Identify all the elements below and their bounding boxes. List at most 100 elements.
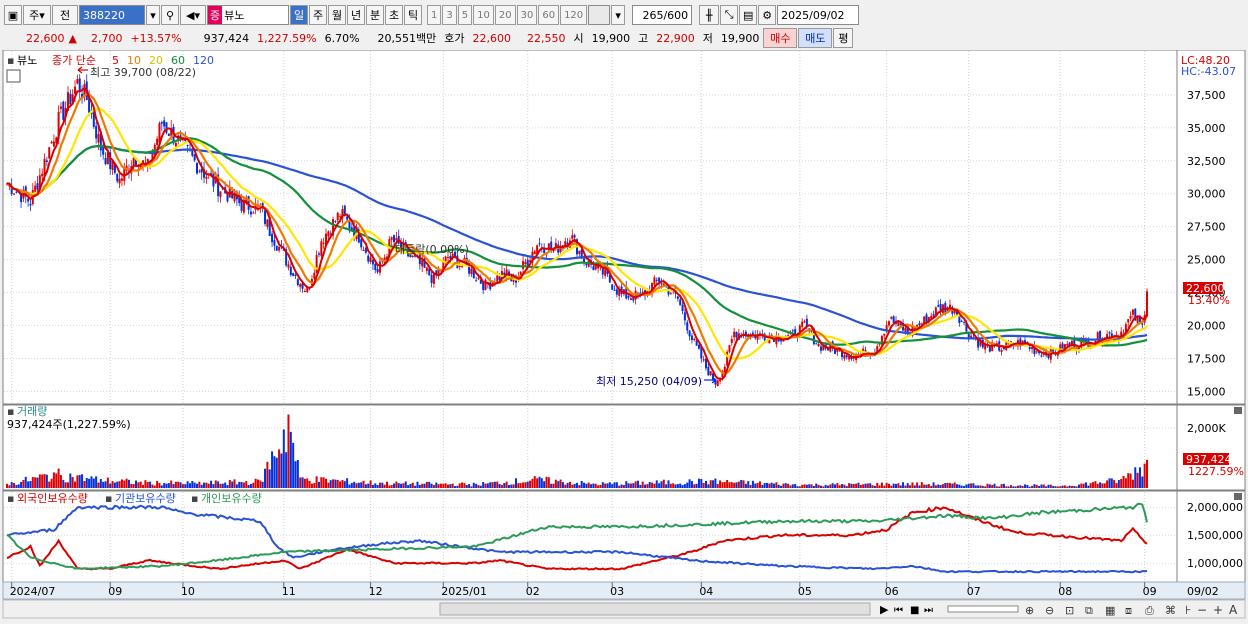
interval-tab[interactable]: 1 [427, 5, 442, 25]
sell-button[interactable]: 매도 [798, 28, 833, 48]
interval-tab[interactable]: 120 [560, 5, 588, 25]
fit-icon[interactable]: ⊡ [1065, 604, 1074, 617]
candle-body [496, 275, 499, 282]
gear-icon[interactable]: ⚙ [758, 5, 777, 25]
volume-bar [374, 483, 377, 488]
low-price: 19,900 [720, 31, 760, 45]
window-icon[interactable]: ▣ [4, 5, 22, 25]
interval-tab[interactable]: 60 [538, 5, 560, 25]
period-tab[interactable]: 주 [309, 5, 327, 25]
volume-bar [153, 485, 156, 488]
save-icon[interactable]: ▤ [739, 5, 758, 25]
period-tab[interactable]: 틱 [404, 5, 422, 25]
volume-bar [66, 482, 69, 488]
reset-icon[interactable]: ⊖ [1045, 604, 1054, 617]
share-icon[interactable]: ⧈ [1125, 604, 1132, 617]
panel-menu-icon[interactable]: ▪ [7, 54, 14, 67]
holding-close-icon[interactable] [1234, 493, 1242, 500]
volume-bar [496, 481, 499, 488]
volume-bar [240, 482, 243, 488]
volume-bar [409, 483, 412, 488]
chart-svg[interactable]: 37,50035,00032,50030,00027,50025,00022,5… [0, 49, 1248, 621]
chevron-down-icon[interactable]: ▾ [611, 5, 626, 25]
print-icon[interactable]: ⎙ [1145, 604, 1154, 617]
eval-button[interactable]: 평 [833, 28, 854, 48]
volume-bar [576, 482, 578, 488]
candle-icon[interactable]: ╫ [699, 5, 720, 25]
volume-bar [937, 484, 940, 488]
interval-tab[interactable]: 5 [457, 5, 473, 25]
interval-tab[interactable]: 30 [516, 5, 538, 25]
volume-bar [1014, 486, 1017, 488]
volume-bar [92, 478, 95, 488]
grid-toggle-icon[interactable] [6, 69, 21, 83]
volume-bar [895, 483, 898, 488]
period-tab[interactable]: 년 [347, 5, 365, 25]
volume-close-icon[interactable] [1234, 407, 1242, 414]
prev-button[interactable]: 전 [52, 5, 78, 25]
candle-body [362, 249, 365, 251]
candle-body [393, 235, 396, 243]
layout-icon[interactable]: ▦ [1105, 604, 1115, 617]
x-tick-label: 04 [699, 585, 713, 598]
period-tab[interactable]: 분 [366, 5, 384, 25]
volume-bar [1120, 479, 1123, 488]
period-tab[interactable]: 초 [385, 5, 403, 25]
speaker-icon[interactable]: ◀▾ [180, 5, 206, 25]
candle-body [604, 269, 607, 276]
interval-dropdown[interactable] [588, 5, 611, 25]
candle-body [249, 211, 252, 215]
scroll-thumb[interactable] [439, 602, 871, 616]
market-select[interactable]: 주 ▾ [23, 5, 51, 25]
volume-bar [1045, 486, 1048, 488]
candle-body [655, 279, 658, 281]
x-tick-label: 09 [108, 585, 122, 598]
volume-bar [960, 485, 963, 488]
magnify-icon[interactable]: ⊕ [1025, 604, 1034, 617]
interval-tab[interactable]: 10 [473, 5, 494, 25]
zoom-slider[interactable] [947, 605, 1019, 613]
minus-icon[interactable]: − [1197, 603, 1207, 617]
volume-bar [456, 485, 459, 488]
chevron-down-icon[interactable]: ▾ [146, 5, 160, 25]
volume-bar [1019, 485, 1022, 488]
interval-tab[interactable]: 20 [494, 5, 516, 25]
plus-icon[interactable]: + [1213, 603, 1223, 617]
settings-icon[interactable]: ⌘ [1165, 604, 1176, 617]
text-icon[interactable]: A [1229, 603, 1238, 617]
volume-bar [529, 480, 532, 488]
volume-bar [1028, 486, 1031, 488]
stock-code-input[interactable]: 388220 [79, 5, 145, 25]
price-panel-title: 뷰노 [17, 54, 37, 67]
draw-icon[interactable]: ⤡ [720, 5, 739, 25]
volume-menu-icon[interactable]: ▪ [7, 405, 14, 418]
stock-name-field[interactable]: 증 뷰노 [207, 5, 289, 25]
cursor-icon[interactable]: ⊦ [1185, 603, 1191, 617]
candle-body [48, 147, 51, 159]
fastforward-icon[interactable]: ⏭ [924, 605, 933, 616]
volume-bar [13, 482, 16, 488]
count-field[interactable]: 265/600 [632, 5, 693, 25]
copy-icon[interactable]: ⧉ [1085, 604, 1093, 617]
candle-body [62, 101, 65, 120]
x-tick-label: 06 [885, 585, 899, 598]
period-tab[interactable]: 월 [328, 5, 346, 25]
candle-body [205, 176, 208, 179]
volume-bar [798, 486, 801, 488]
candle-body [50, 141, 53, 144]
volume-bar [127, 479, 130, 488]
interval-tab[interactable]: 3 [442, 5, 457, 25]
buy-button[interactable]: 매수 [763, 28, 798, 48]
price-tick: 15,000 [1187, 385, 1226, 398]
play-icon[interactable]: ▶ [880, 603, 889, 616]
candle-body [571, 235, 574, 239]
candle-body [271, 233, 274, 243]
chart-area[interactable]: 37,50035,00032,50030,00027,50025,00022,5… [0, 49, 1248, 621]
candle-body [1131, 309, 1134, 315]
search-icon[interactable]: ⚲ [161, 5, 179, 25]
rewind-icon[interactable]: ⏮ [894, 605, 903, 616]
volume-bar [866, 483, 869, 488]
stop-icon[interactable]: ■ [910, 605, 919, 616]
date-field[interactable]: 2025/09/02 [777, 5, 860, 25]
period-tab[interactable]: 일 [290, 5, 308, 25]
